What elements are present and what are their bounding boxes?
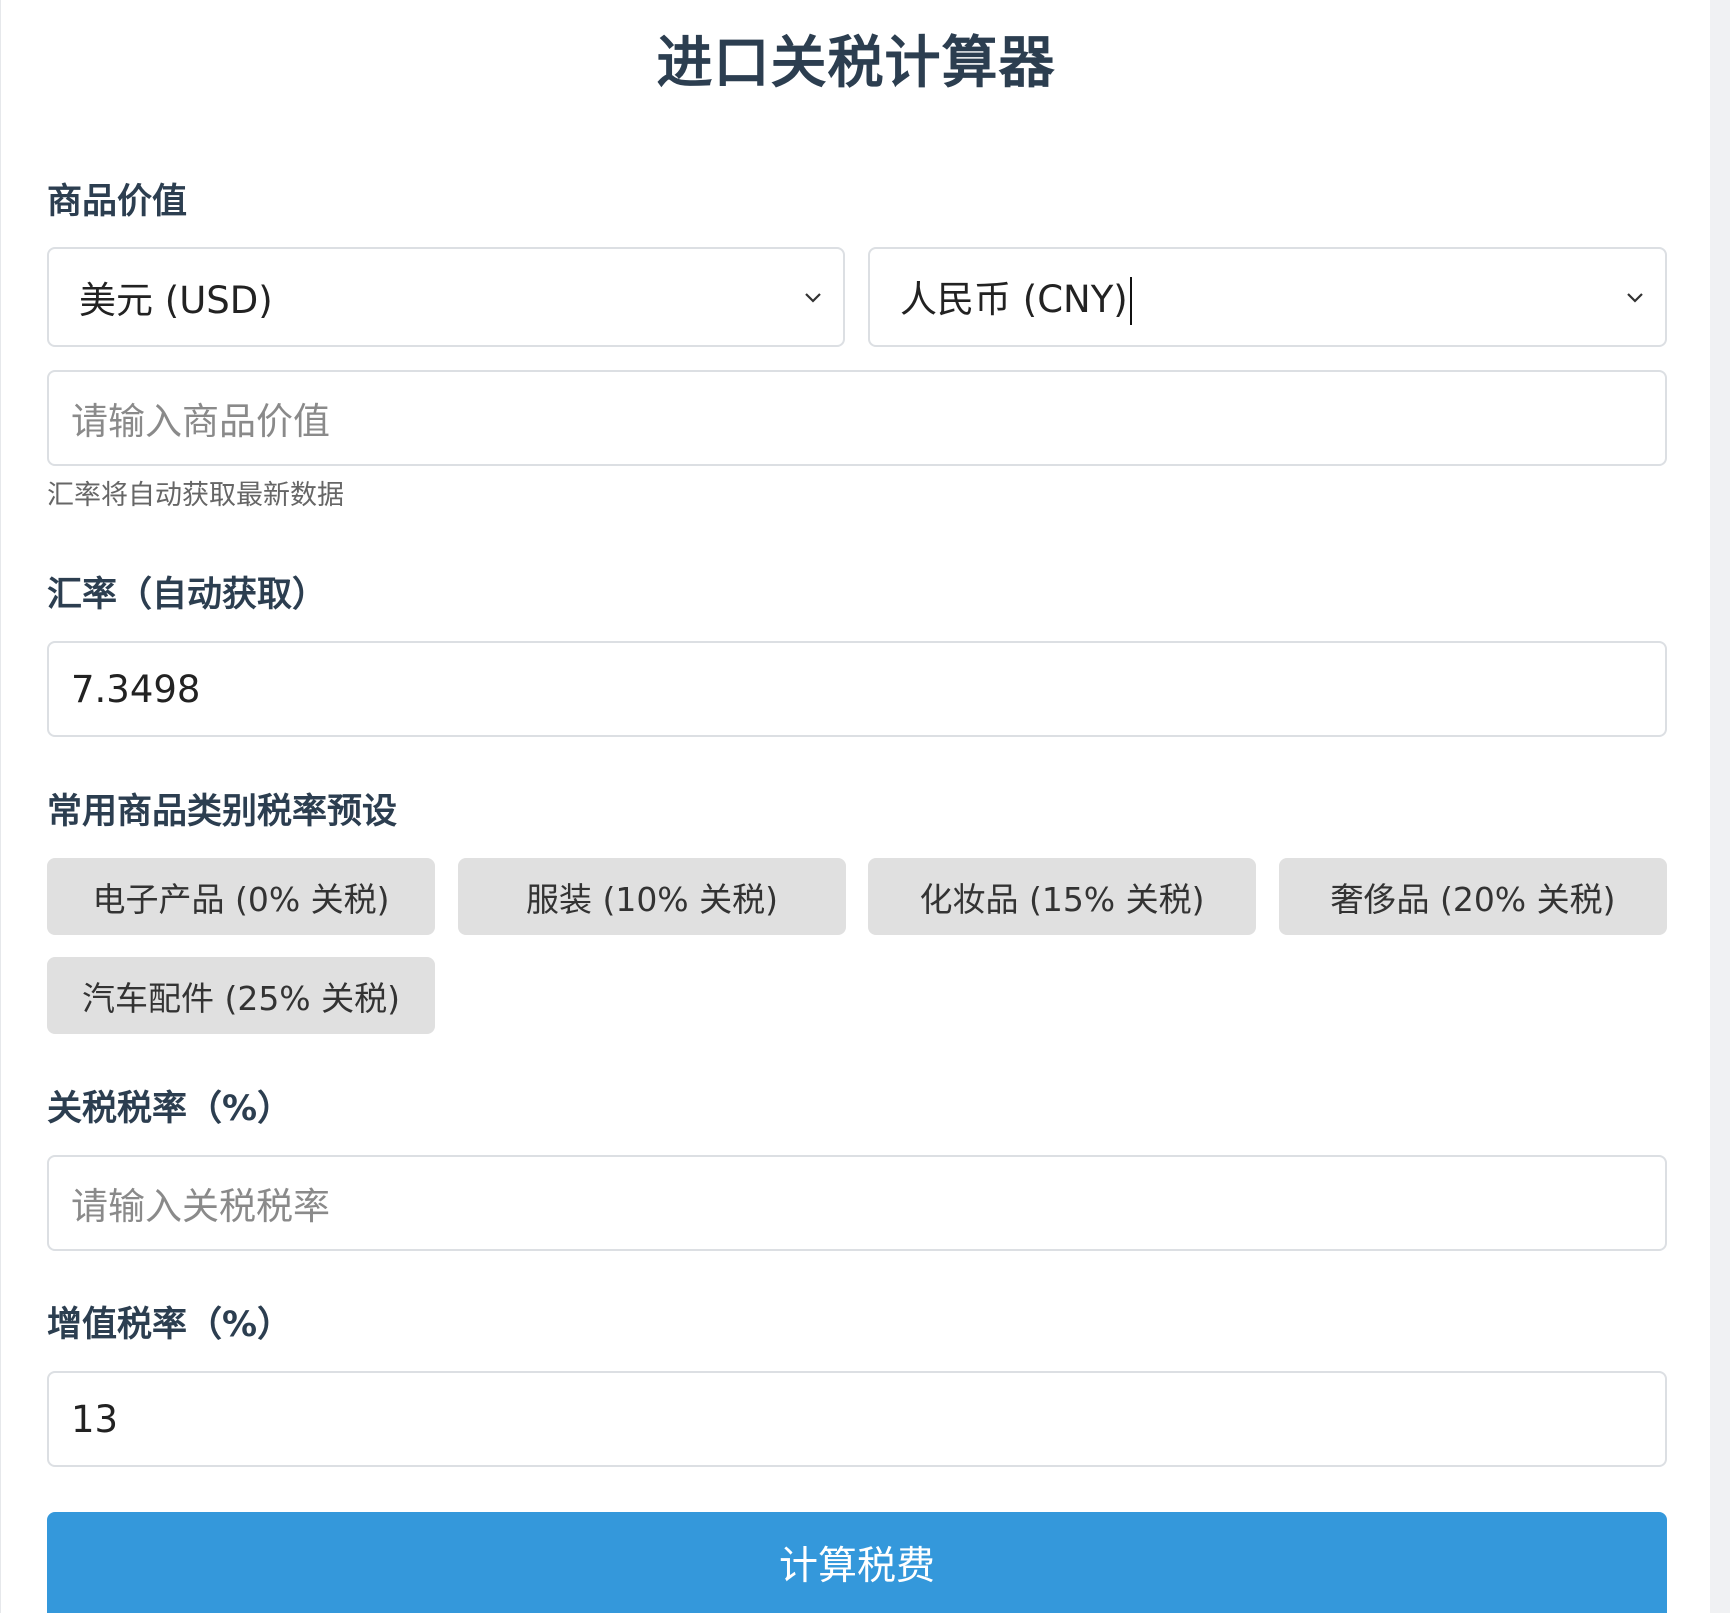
preset-electronics-button[interactable]: 电子产品 (0% 关税): [47, 858, 435, 935]
goods-value-placeholder: 请输入商品价值: [71, 400, 330, 443]
exchange-rate-label: 汇率（自动获取）: [47, 575, 328, 615]
presets-label: 常用商品类别税率预设: [47, 792, 398, 832]
chevron-down-icon: [805, 293, 821, 303]
calculate-button[interactable]: 计算税费: [47, 1512, 1667, 1613]
from-currency-value: 美元 (USD): [79, 279, 273, 322]
tariff-rate-placeholder: 请输入关税税率: [71, 1185, 330, 1228]
vat-rate-input[interactable]: 13: [47, 1371, 1667, 1467]
exchange-rate-hint: 汇率将自动获取最新数据: [47, 480, 344, 511]
preset-luxury-button[interactable]: 奢侈品 (20% 关税): [1279, 858, 1667, 935]
chevron-down-icon: [1627, 293, 1643, 303]
vat-rate-value: 13: [71, 1397, 119, 1441]
to-currency-value: 人民币 (CNY): [870, 269, 1132, 326]
goods-value-label: 商品价值: [47, 182, 188, 222]
calculator-card: 进口关税计算器 商品价值 美元 (USD) 人民币 (CNY) 请输入商品价值 …: [0, 0, 1710, 1613]
exchange-rate-value: 7.3498: [71, 667, 201, 711]
tariff-rate-label: 关税税率（%）: [47, 1089, 293, 1129]
to-currency-select[interactable]: 人民币 (CNY): [868, 247, 1667, 347]
exchange-rate-input[interactable]: 7.3498: [47, 641, 1667, 737]
preset-cosmetics-button[interactable]: 化妆品 (15% 关税): [868, 858, 1256, 935]
text-cursor: [1129, 277, 1132, 326]
tariff-rate-input[interactable]: 请输入关税税率: [47, 1155, 1667, 1251]
goods-value-input[interactable]: 请输入商品价值: [47, 370, 1667, 466]
page-title: 进口关税计算器: [656, 31, 1056, 96]
page-scroll-area: [1710, 0, 1730, 1613]
from-currency-select[interactable]: 美元 (USD): [47, 247, 845, 347]
preset-clothing-button[interactable]: 服装 (10% 关税): [458, 858, 846, 935]
vat-rate-label: 增值税率（%）: [47, 1305, 293, 1345]
preset-auto-parts-button[interactable]: 汽车配件 (25% 关税): [47, 957, 435, 1034]
